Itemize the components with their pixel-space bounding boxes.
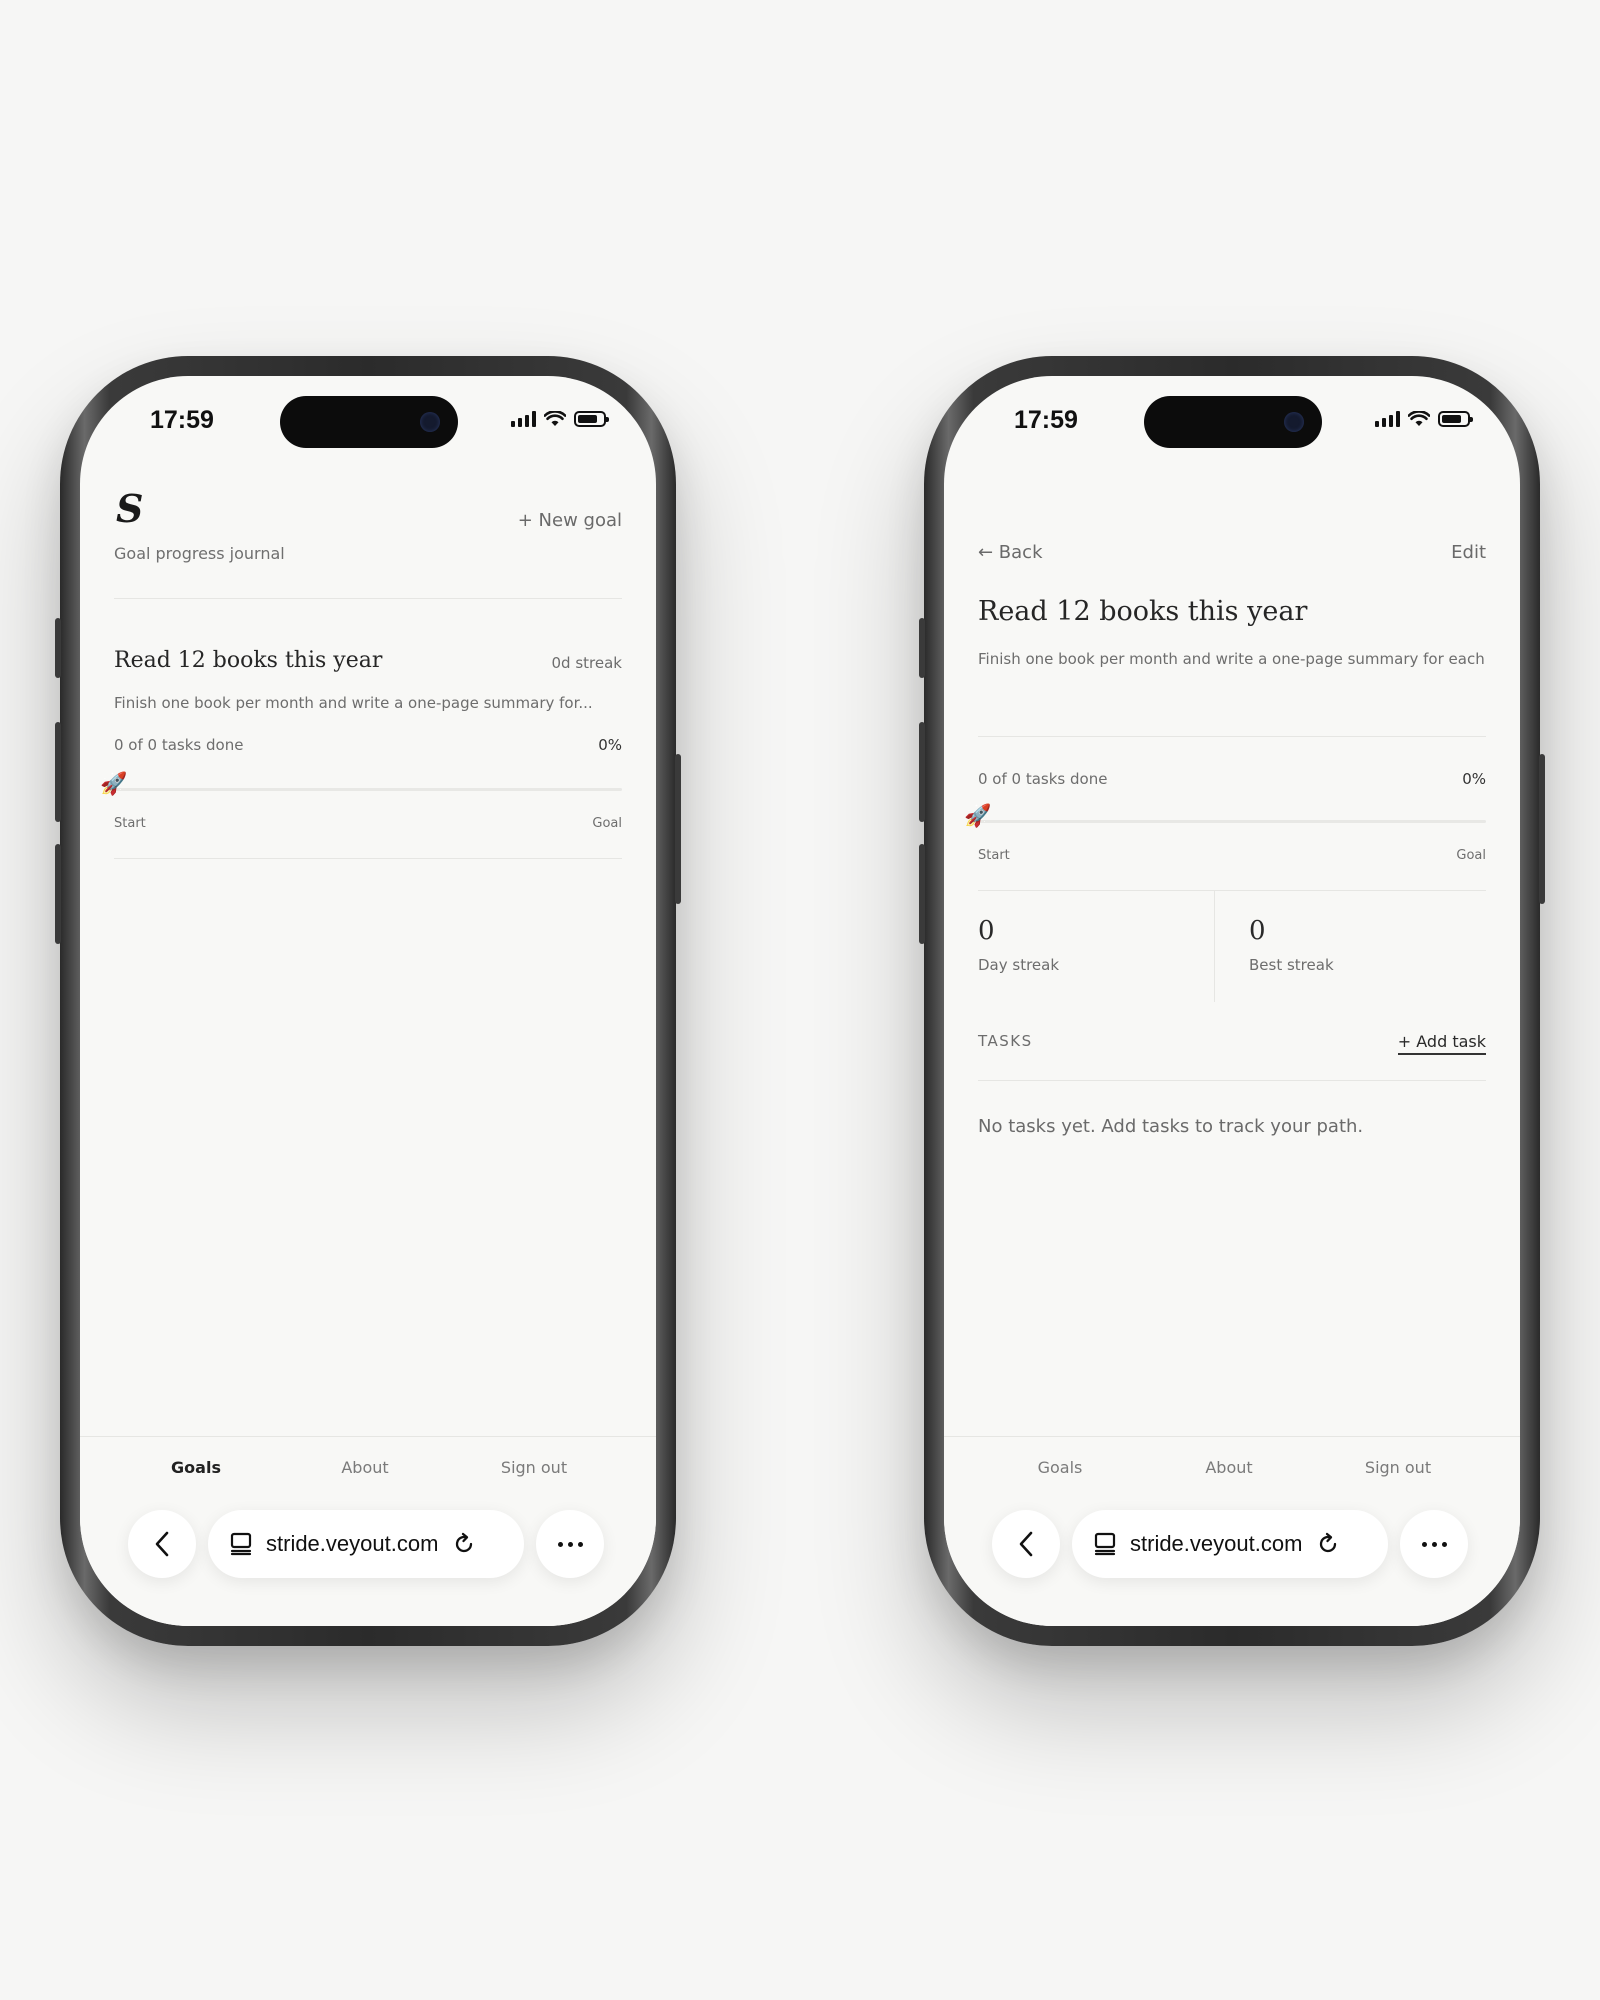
add-task-button[interactable]: + Add task	[1397, 1032, 1486, 1055]
url-text: stride.veyout.com	[266, 1531, 439, 1556]
wifi-icon	[1408, 411, 1430, 426]
status-time: 17:59	[150, 406, 214, 434]
address-bar[interactable]: stride.veyout.com	[208, 1510, 524, 1578]
tabs-icon	[1094, 1532, 1116, 1556]
signal-icon	[511, 411, 536, 427]
dynamic-island	[1144, 396, 1322, 448]
goal-description: Finish one book per month and write a on…	[114, 694, 593, 712]
volume-up-button	[919, 722, 925, 822]
power-button	[1539, 754, 1545, 904]
reload-icon[interactable]	[452, 1532, 476, 1556]
chevron-left-icon	[155, 1531, 169, 1557]
volume-down-button	[919, 844, 925, 944]
progress-start-label: Start	[114, 816, 146, 831]
divider	[978, 736, 1486, 737]
goal-tasks-done: 0 of 0 tasks done	[978, 770, 1108, 788]
phone-right: 17:59 ← Back Edit Read 12 books this yea…	[919, 356, 1545, 1646]
back-link[interactable]: ← Back	[978, 542, 1043, 563]
goal-title: Read 12 books this year	[114, 648, 383, 673]
app-logo[interactable]: S	[116, 486, 143, 531]
best-streak-value: 0	[1249, 916, 1266, 946]
status-bar: 17:59	[80, 376, 656, 496]
day-streak-value: 0	[978, 916, 995, 946]
browser-back-button[interactable]	[128, 1510, 196, 1578]
tab-goals[interactable]: Goals	[136, 1458, 256, 1477]
divider	[114, 858, 622, 859]
tab-sign-out[interactable]: Sign out	[1338, 1458, 1458, 1477]
battery-icon	[574, 411, 609, 427]
day-streak-label: Day streak	[978, 956, 1060, 974]
wifi-icon	[544, 411, 566, 426]
action-button	[919, 618, 925, 678]
dynamic-island	[280, 396, 458, 448]
app-subtitle: Goal progress journal	[114, 544, 285, 563]
browser-back-button[interactable]	[992, 1510, 1060, 1578]
volume-up-button	[55, 722, 61, 822]
tab-sign-out[interactable]: Sign out	[474, 1458, 594, 1477]
new-goal-button[interactable]: + New goal	[518, 510, 622, 531]
url-text: stride.veyout.com	[1130, 1531, 1303, 1556]
phone-left: 17:59 S Goal progress journal + New goal…	[55, 356, 681, 1646]
goal-streak: 0d streak	[551, 654, 622, 672]
chevron-left-icon	[1019, 1531, 1033, 1557]
goal-percent: 0%	[598, 736, 622, 754]
goal-tasks-done: 0 of 0 tasks done	[114, 736, 244, 754]
progress-goal-label: Goal	[1456, 848, 1486, 863]
action-button	[55, 618, 61, 678]
rocket-icon: 🚀	[964, 804, 992, 829]
status-bar: 17:59	[944, 376, 1520, 496]
battery-icon	[1438, 411, 1473, 427]
tab-goals[interactable]: Goals	[1000, 1458, 1120, 1477]
tab-about[interactable]: About	[305, 1458, 425, 1477]
status-time: 17:59	[1014, 406, 1078, 434]
edit-link[interactable]: Edit	[1451, 542, 1486, 563]
more-icon	[557, 1541, 583, 1547]
tasks-header: TASKS	[978, 1032, 1033, 1050]
browser-more-button[interactable]	[536, 1510, 604, 1578]
signal-icon	[1375, 411, 1400, 427]
divider	[978, 1080, 1486, 1081]
empty-tasks-message: No tasks yet. Add tasks to track your pa…	[978, 1116, 1364, 1137]
goal-card[interactable]: Read 12 books this year 0d streak Finish…	[100, 598, 622, 858]
power-button	[675, 754, 681, 904]
day-streak-stat: 0 Day streak	[978, 890, 1215, 1002]
more-icon	[1421, 1541, 1447, 1547]
progress-start-label: Start	[978, 848, 1010, 863]
address-bar[interactable]: stride.veyout.com	[1072, 1510, 1388, 1578]
best-streak-stat: 0 Best streak	[1249, 890, 1479, 1002]
volume-down-button	[55, 844, 61, 944]
progress-track	[114, 788, 622, 791]
reload-icon[interactable]	[1316, 1532, 1340, 1556]
tabs-icon	[230, 1532, 252, 1556]
screen-goal-detail: 17:59 ← Back Edit Read 12 books this yea…	[944, 376, 1520, 1626]
rocket-icon: 🚀	[100, 772, 128, 797]
progress-track	[978, 820, 1486, 823]
browser-more-button[interactable]	[1400, 1510, 1468, 1578]
tab-about[interactable]: About	[1169, 1458, 1289, 1477]
goal-percent: 0%	[1462, 770, 1486, 788]
screen-goal-list: 17:59 S Goal progress journal + New goal…	[80, 376, 656, 1626]
best-streak-label: Best streak	[1249, 956, 1334, 974]
goal-title: Read 12 books this year	[978, 596, 1308, 627]
progress-goal-label: Goal	[592, 816, 622, 831]
goal-description: Finish one book per month and write a on…	[978, 650, 1485, 668]
